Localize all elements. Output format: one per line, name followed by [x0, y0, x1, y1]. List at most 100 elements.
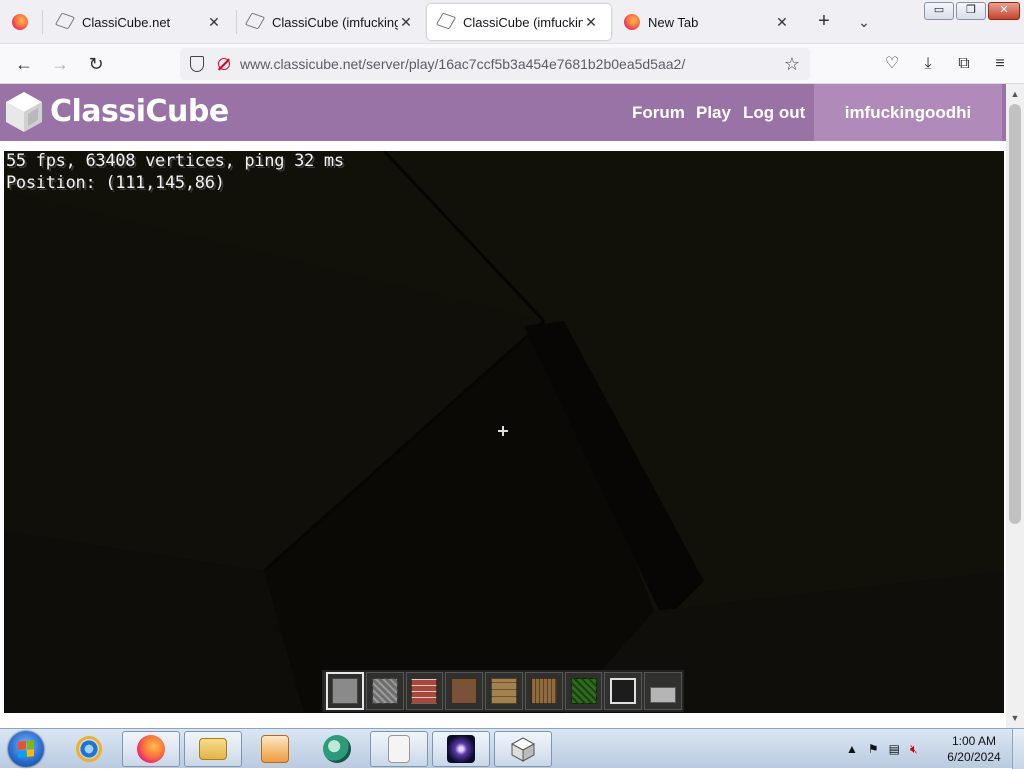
- block-hotbar[interactable]: [322, 670, 684, 712]
- hotbar-slot-glass[interactable]: [604, 672, 643, 710]
- clock-date: 6/20/2024: [947, 750, 1001, 764]
- site-name[interactable]: ClassiCube: [50, 94, 229, 129]
- classicube-icon: [510, 737, 536, 762]
- tab-title: New Tab: [648, 14, 699, 30]
- hotbar-slot-cobblestone[interactable]: [365, 672, 404, 710]
- tab-title: ClassiCube.net: [82, 14, 171, 30]
- taskbar-galaxy-app[interactable]: [432, 731, 490, 767]
- cobblestone-block-icon: [371, 678, 398, 704]
- show-hidden-icons-icon[interactable]: ▲: [846, 742, 858, 756]
- scroll-up-icon[interactable]: ▲: [1006, 86, 1024, 102]
- classicube-logo-icon[interactable]: [4, 90, 44, 134]
- brick-block-icon: [411, 678, 438, 704]
- tab-classicube-play-active[interactable]: ClassiCube (imfuckingoodhi) ✕: [427, 4, 611, 40]
- internet-explorer-icon: [76, 736, 102, 762]
- new-tab-button[interactable]: +: [812, 10, 836, 34]
- firefox-icon: [137, 735, 165, 763]
- address-bar[interactable]: www.classicube.net/server/play/16ac7ccf5…: [180, 48, 810, 80]
- url-path: /server/play/16ac7ccf5b3a454e7681b2b0ea5…: [362, 56, 686, 72]
- url-host: www.classicube.net: [240, 56, 363, 72]
- logout-link[interactable]: Log out: [743, 103, 805, 123]
- menu-hamburger-icon[interactable]: ≡: [988, 52, 1012, 76]
- hotbar-slot-planks[interactable]: [485, 672, 523, 710]
- forum-link[interactable]: Forum: [632, 103, 685, 123]
- log-block-icon: [530, 678, 557, 704]
- tracking-protection-shield-icon[interactable]: [190, 56, 204, 72]
- windows-taskbar: ▲ ⚑ ▤ 🔇︎ 1:00 AM 6/20/2024: [0, 728, 1024, 769]
- system-clock[interactable]: 1:00 AM 6/20/2024: [944, 733, 1004, 765]
- crosshair-icon: [498, 426, 508, 436]
- system-tray: ▲ ⚑ ▤ 🔇︎: [846, 729, 918, 769]
- extensions-icon[interactable]: ⧉: [952, 52, 976, 76]
- close-window-button[interactable]: ✕: [988, 2, 1020, 20]
- taskbar-internet-explorer[interactable]: [60, 731, 118, 767]
- game-canvas[interactable]: 55 fps, 63408 vertices, ping 32 ms Posit…: [4, 151, 1004, 713]
- clock-time: 1:00 AM: [951, 734, 997, 748]
- taskbar-classicube[interactable]: [494, 731, 552, 767]
- show-desktop-button[interactable]: [1012, 729, 1024, 769]
- page-scrollbar[interactable]: ▲ ▼: [1006, 84, 1024, 728]
- network-icon[interactable]: ▤: [889, 742, 900, 756]
- galaxy-app-icon: [447, 735, 475, 763]
- list-all-tabs-icon[interactable]: ⌄: [852, 10, 876, 34]
- forward-button[interactable]: →: [48, 52, 72, 76]
- hotbar-slot-log[interactable]: [524, 672, 563, 710]
- action-center-flag-icon[interactable]: ⚑: [868, 742, 879, 756]
- file-explorer-icon: [199, 738, 227, 760]
- pocket-icon[interactable]: ♡: [880, 52, 904, 76]
- user-profile-link[interactable]: imfuckingoodhi: [814, 84, 1002, 141]
- fps-stats-text: 55 fps, 63408 vertices, ping 32 ms: [6, 151, 344, 171]
- site-header: ClassiCube Forum Play Log out imfuckingo…: [0, 84, 1006, 141]
- minimize-button[interactable]: ▭: [924, 2, 954, 20]
- tab-close-icon[interactable]: ✕: [583, 14, 599, 31]
- browser-nav-bar: ← → ↻ www.classicube.net/server/play/16a…: [0, 44, 1024, 84]
- app-swirl-icon: [323, 735, 351, 763]
- downloads-icon[interactable]: ⤓: [916, 52, 940, 76]
- position-text: Position: (111,145,86): [6, 173, 225, 193]
- tab-classicube-net[interactable]: ClassiCube.net ✕: [46, 4, 234, 40]
- slab-block-icon: [650, 687, 677, 703]
- stone-block-icon: [331, 678, 358, 704]
- bookmark-star-icon[interactable]: ☆: [784, 54, 800, 75]
- wood-planks-block-icon: [491, 678, 518, 704]
- taskbar-swirl-app[interactable]: [308, 731, 366, 767]
- tab-classicube-play-1[interactable]: ClassiCube (imfuckingoodhi) ✕: [236, 4, 426, 40]
- tab-separator: [42, 10, 43, 34]
- cube-favicon-icon: [54, 12, 76, 30]
- leaves-block-icon: [570, 678, 597, 704]
- taskbar-media-player[interactable]: [246, 731, 304, 767]
- dirt-block-icon: [451, 678, 478, 704]
- play-link[interactable]: Play: [696, 103, 731, 123]
- taskbar-file-explorer[interactable]: [184, 731, 242, 767]
- scroll-down-icon[interactable]: ▼: [1006, 710, 1024, 726]
- hotbar-slot-brick[interactable]: [405, 672, 444, 710]
- hotbar-slot-stone[interactable]: [326, 672, 364, 710]
- back-button[interactable]: ←: [12, 52, 36, 76]
- hotbar-slot-leaves[interactable]: [564, 672, 603, 710]
- document-viewer-icon: [388, 735, 410, 763]
- scrollbar-thumb[interactable]: [1009, 104, 1021, 524]
- firefox-icon: [624, 14, 640, 30]
- glass-block-icon: [610, 678, 637, 704]
- browser-tab-strip: ClassiCube.net ✕ ClassiCube (imfuckingoo…: [0, 0, 1024, 44]
- tab-title: ClassiCube (imfuckingoodhi): [463, 14, 583, 30]
- window-controls: ▭ ❐ ✕: [924, 2, 1020, 20]
- maximize-button[interactable]: ❐: [956, 2, 986, 20]
- firefox-menu-icon[interactable]: [12, 14, 28, 30]
- start-button[interactable]: [8, 731, 44, 767]
- tab-title: ClassiCube (imfuckingoodhi): [272, 14, 398, 30]
- insecure-connection-icon[interactable]: [218, 58, 230, 70]
- volume-muted-icon[interactable]: 🔇︎: [910, 742, 918, 757]
- hotbar-slot-slab[interactable]: [644, 672, 683, 710]
- hotbar-slot-dirt[interactable]: [445, 672, 484, 710]
- tab-close-icon[interactable]: ✕: [206, 14, 222, 31]
- tab-close-icon[interactable]: ✕: [398, 14, 414, 31]
- taskbar-document-viewer[interactable]: [370, 731, 428, 767]
- tab-new-tab[interactable]: New Tab ✕: [612, 4, 802, 40]
- reload-button[interactable]: ↻: [84, 52, 108, 76]
- media-player-icon: [261, 735, 289, 763]
- cube-favicon-icon: [435, 12, 457, 30]
- taskbar-firefox[interactable]: [122, 731, 180, 767]
- tab-close-icon[interactable]: ✕: [774, 14, 790, 31]
- cube-favicon-icon: [244, 12, 266, 30]
